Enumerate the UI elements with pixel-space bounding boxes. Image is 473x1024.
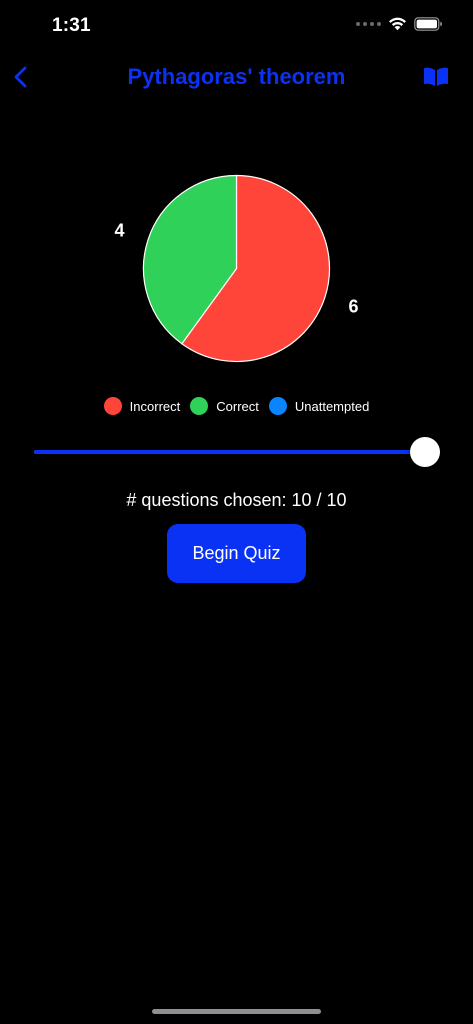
results-pie-chart: 64 bbox=[0, 150, 473, 390]
question-count-slider[interactable] bbox=[34, 436, 440, 468]
legend-label-correct: Correct bbox=[216, 398, 259, 414]
slider-thumb[interactable] bbox=[410, 437, 440, 467]
book-icon bbox=[424, 67, 448, 86]
legend-item-correct: Correct bbox=[190, 397, 259, 415]
legend-swatch-unattempted bbox=[268, 397, 287, 415]
legend-swatch-incorrect bbox=[103, 397, 122, 415]
wifi-icon bbox=[389, 17, 406, 31]
book-button[interactable] bbox=[423, 66, 449, 88]
legend-item-unattempted: Unattempted bbox=[268, 397, 370, 415]
pie-chart-svg: 64 bbox=[115, 174, 358, 363]
status-time: 1:31 bbox=[52, 15, 91, 36]
status-icons bbox=[356, 17, 443, 31]
chart-legend: Incorrect Correct Unattempted bbox=[0, 397, 473, 415]
begin-quiz-button[interactable]: Begin Quiz bbox=[167, 524, 306, 583]
legend-label-unattempted: Unattempted bbox=[294, 398, 370, 414]
questions-chosen-label: # questions chosen: 10 / 10 bbox=[126, 490, 347, 510]
legend-item-incorrect: Incorrect bbox=[103, 397, 181, 415]
pie-label-incorrect: 6 bbox=[348, 297, 358, 317]
page-title: Pythagoras' theorem bbox=[127, 64, 346, 89]
slider-fill bbox=[34, 450, 425, 454]
navigation-bar: Pythagoras' theorem bbox=[0, 56, 473, 100]
home-indicator[interactable] bbox=[152, 1009, 321, 1014]
signal-dots-icon bbox=[356, 22, 381, 26]
pie-label-correct: 4 bbox=[115, 220, 125, 240]
legend-swatch-correct bbox=[190, 397, 209, 415]
battery-icon bbox=[414, 17, 442, 31]
legend-label-incorrect: Incorrect bbox=[129, 398, 181, 414]
status-bar: 1:31 bbox=[0, 0, 473, 54]
